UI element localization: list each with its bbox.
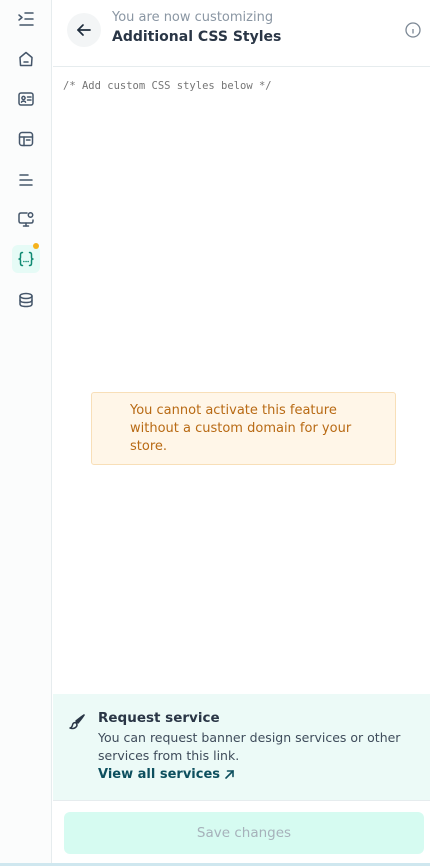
sidebar-item-layout[interactable] — [12, 125, 40, 153]
brush-icon-wrapper — [67, 712, 87, 732]
sidebar-item-profile[interactable] — [12, 85, 40, 113]
arrow-up-right-icon — [225, 770, 234, 779]
code-braces-icon — [18, 251, 34, 267]
custom-domain-warning: You cannot activate this feature without… — [91, 392, 396, 465]
menu-lines-icon — [19, 174, 33, 186]
collapse-menu-icon — [18, 12, 34, 26]
request-service-title: Request service — [98, 710, 220, 726]
sidebar-item-menus[interactable] — [12, 166, 40, 194]
layout-icon — [18, 131, 34, 147]
view-all-services-link[interactable]: View all services — [98, 767, 235, 782]
view-all-services-label: View all services — [98, 767, 221, 782]
request-service-description: You can request banner design services o… — [98, 730, 401, 763]
monitor-settings-icon — [18, 212, 34, 227]
sidebar-item-home[interactable] — [12, 45, 40, 73]
panel-footer: Save changes — [53, 800, 430, 866]
save-changes-button[interactable]: Save changes — [64, 812, 424, 854]
brush-icon — [69, 714, 85, 730]
database-box-icon — [19, 292, 33, 308]
page-title: Additional CSS Styles — [112, 29, 282, 45]
arrow-left-icon — [77, 24, 91, 36]
sidebar-rail — [0, 0, 52, 866]
sidebar-item-collapse[interactable] — [12, 5, 40, 33]
sidebar-item-display[interactable] — [12, 205, 40, 233]
customization-panel: You are now customizing Additional CSS S… — [53, 0, 430, 866]
sidebar-item-database[interactable] — [12, 286, 40, 314]
info-icon — [405, 22, 421, 38]
notification-dot — [33, 243, 39, 249]
info-button[interactable] — [404, 21, 422, 39]
css-editor-input[interactable] — [63, 80, 423, 100]
id-card-icon — [18, 92, 34, 106]
sidebar-item-custom-css[interactable] — [12, 243, 40, 273]
panel-header: You are now customizing Additional CSS S… — [53, 0, 430, 67]
home-icon — [19, 51, 33, 67]
request-service-card: Request service You can request banner d… — [53, 694, 430, 800]
header-subtitle: You are now customizing — [112, 10, 274, 25]
back-button[interactable] — [67, 13, 101, 47]
